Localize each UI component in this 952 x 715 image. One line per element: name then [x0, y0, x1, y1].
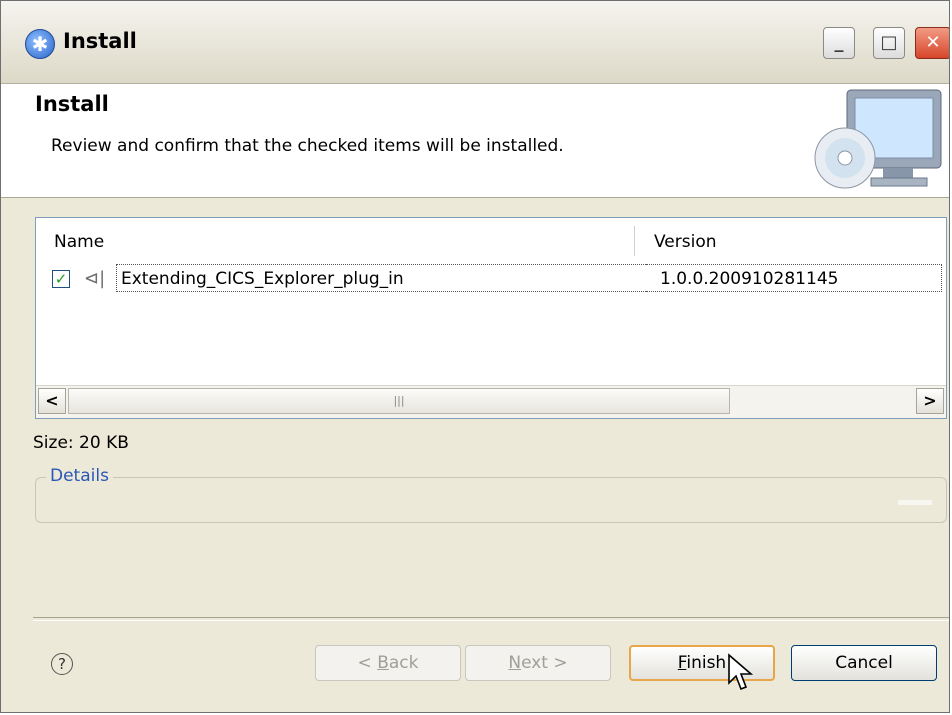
window-title: Install	[63, 29, 137, 53]
column-separator[interactable]	[634, 226, 635, 256]
back-button[interactable]: < Back	[315, 645, 461, 681]
details-group: Details	[35, 466, 947, 523]
install-items-table[interactable]: Name Version ✓ ⊲| Extending_CICS_Explore…	[35, 217, 947, 419]
computer-cd-icon	[814, 89, 942, 189]
back-label-rest: ack	[388, 653, 419, 673]
item-name[interactable]: Extending_CICS_Explorer_plug_in	[116, 264, 646, 292]
wizard-header: Install Review and confirm that the chec…	[1, 84, 949, 198]
item-checkbox[interactable]: ✓	[52, 270, 70, 288]
back-label-prefix: <	[357, 653, 378, 673]
finish-label-rest: inish	[686, 653, 727, 673]
item-version[interactable]: 1.0.0.200910281145	[646, 264, 942, 292]
scroll-left-button[interactable]: <	[38, 388, 66, 414]
close-button[interactable]: ✕	[915, 27, 949, 59]
column-header-name[interactable]: Name	[54, 232, 104, 252]
size-label: Size: 20 KB	[33, 433, 129, 453]
cancel-button[interactable]: Cancel	[791, 645, 937, 681]
details-indicator	[898, 500, 932, 505]
column-header-version[interactable]: Version	[654, 232, 717, 252]
button-bar-divider	[33, 617, 949, 621]
mouse-cursor-icon	[728, 653, 754, 691]
next-label-rest: ext >	[521, 653, 568, 673]
plugin-feature-icon: ⊲|	[84, 268, 106, 289]
scroll-thumb[interactable]: |||	[68, 388, 730, 414]
install-dialog: ✱ Install _ □ ✕ Install Review and confi…	[0, 0, 950, 713]
eclipse-install-icon: ✱	[25, 29, 55, 59]
scroll-right-button[interactable]: >	[916, 388, 944, 414]
details-legend: Details	[46, 466, 113, 486]
title-bar[interactable]: ✱ Install _ □ ✕	[1, 1, 949, 84]
minimize-button[interactable]: _	[823, 27, 855, 59]
horizontal-scrollbar[interactable]: < ||| >	[36, 385, 946, 418]
next-button[interactable]: Next >	[465, 645, 611, 681]
page-description: Review and confirm that the checked item…	[51, 136, 564, 156]
table-row[interactable]: ✓ ⊲| Extending_CICS_Explorer_plug_in 1.0…	[44, 264, 942, 296]
help-icon[interactable]: ?	[51, 653, 73, 675]
next-label-mnemonic: N	[508, 653, 522, 673]
page-title: Install	[35, 92, 109, 116]
maximize-button[interactable]: □	[873, 27, 905, 59]
back-label-mnemonic: B	[377, 653, 389, 673]
